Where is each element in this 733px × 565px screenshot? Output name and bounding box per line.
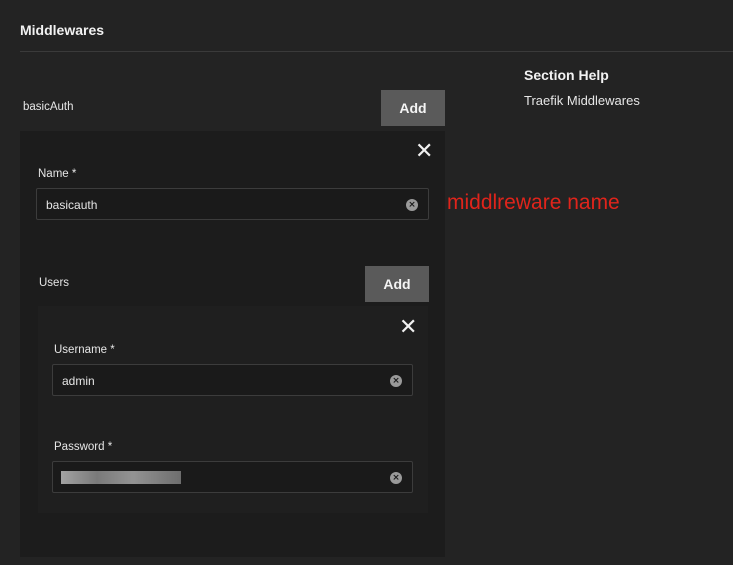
users-label: Users [39, 277, 70, 289]
username-field-label: Username * [54, 344, 115, 356]
required-mark: * [71, 168, 77, 180]
basic-auth-label: basicAuth [23, 101, 74, 113]
name-field-label: Name * [38, 168, 76, 180]
password-label-text: Password [54, 441, 105, 453]
users-add-button[interactable]: Add [365, 266, 429, 302]
section-divider [20, 51, 733, 52]
password-masked-value [61, 471, 181, 484]
required-mark: * [110, 344, 115, 356]
password-field-label: Password * [54, 441, 112, 453]
username-input[interactable]: admin × [52, 364, 413, 396]
close-icon[interactable]: ✕ [415, 141, 433, 163]
name-input[interactable]: basicauth × [36, 188, 429, 220]
username-input-value: admin [62, 374, 95, 388]
help-title: Section Help [524, 67, 609, 83]
clear-icon[interactable]: × [390, 472, 402, 484]
name-label-text: Name [38, 168, 69, 180]
username-label-text: Username [54, 344, 108, 356]
close-icon[interactable]: ✕ [399, 317, 417, 339]
help-text: Traefik Middlewares [524, 93, 640, 108]
clear-icon[interactable]: × [390, 375, 402, 387]
required-mark: * [107, 441, 113, 453]
name-input-value: basicauth [46, 198, 98, 212]
annotation-label: middlreware name [447, 191, 620, 214]
basic-auth-add-button[interactable]: Add [381, 90, 445, 126]
section-title: Middlewares [20, 22, 105, 38]
clear-icon[interactable]: × [406, 199, 418, 211]
password-input[interactable]: × [52, 461, 413, 493]
